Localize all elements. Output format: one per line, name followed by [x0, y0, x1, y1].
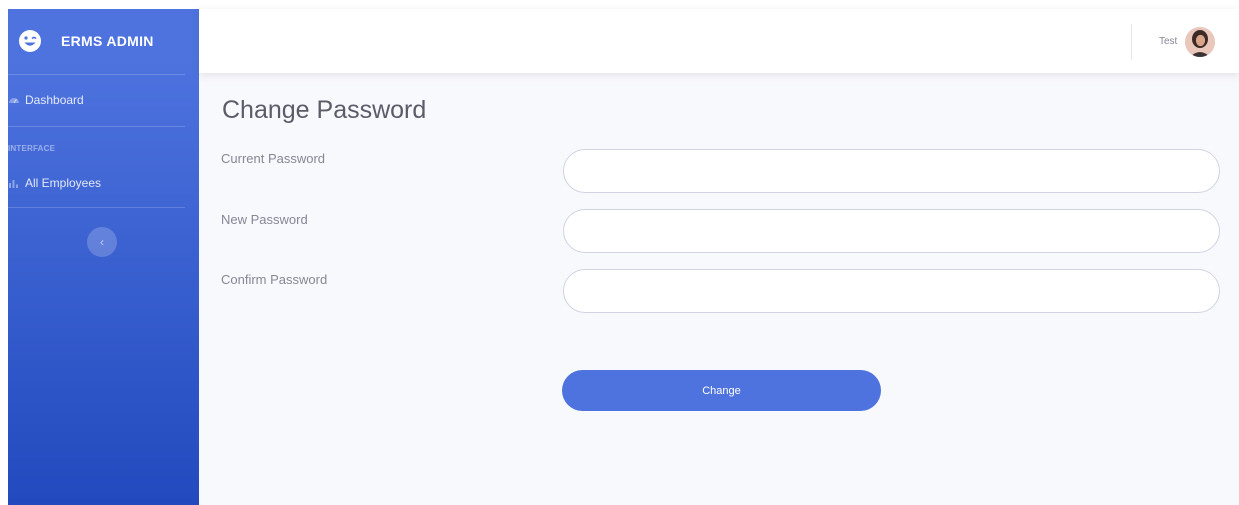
- avatar-image: [1185, 27, 1215, 57]
- new-password-label: New Password: [221, 212, 308, 227]
- sidebar-toggle-button[interactable]: ‹: [87, 227, 117, 257]
- chart-icon: [9, 180, 18, 188]
- sidebar: ERMS ADMIN Dashboard INTERFACE All Emplo…: [8, 9, 199, 505]
- sidebar-divider: [8, 207, 185, 208]
- current-password-label: Current Password: [221, 151, 326, 166]
- user-name[interactable]: Test: [1159, 36, 1177, 47]
- dashboard-icon: [9, 98, 19, 104]
- confirm-password-label: Confirm Password: [221, 272, 328, 287]
- change-button[interactable]: Change: [562, 370, 881, 411]
- sidebar-brand[interactable]: ERMS ADMIN: [8, 9, 199, 75]
- sidebar-item-label: Dashboard: [25, 93, 84, 107]
- sidebar-item-label: All Employees: [25, 176, 102, 190]
- current-password-input[interactable]: [563, 149, 1220, 193]
- laugh-wink-icon: [19, 30, 41, 52]
- chevron-left-icon: ‹: [100, 235, 104, 249]
- sidebar-divider: [8, 126, 185, 127]
- brand-text: ERMS ADMIN: [61, 33, 154, 49]
- confirm-password-input[interactable]: [563, 269, 1220, 313]
- app-frame: ERMS ADMIN Dashboard INTERFACE All Emplo…: [8, 9, 1239, 505]
- sidebar-item-dashboard[interactable]: Dashboard: [8, 91, 84, 109]
- topbar-divider: [1131, 24, 1132, 60]
- sidebar-item-all-employees[interactable]: All Employees: [8, 174, 101, 192]
- new-password-input[interactable]: [563, 209, 1220, 253]
- sidebar-heading: INTERFACE: [8, 144, 56, 153]
- page-title: Change Password: [222, 96, 427, 124]
- topbar: Test: [199, 9, 1239, 73]
- avatar[interactable]: [1185, 27, 1215, 57]
- sidebar-divider: [8, 74, 185, 75]
